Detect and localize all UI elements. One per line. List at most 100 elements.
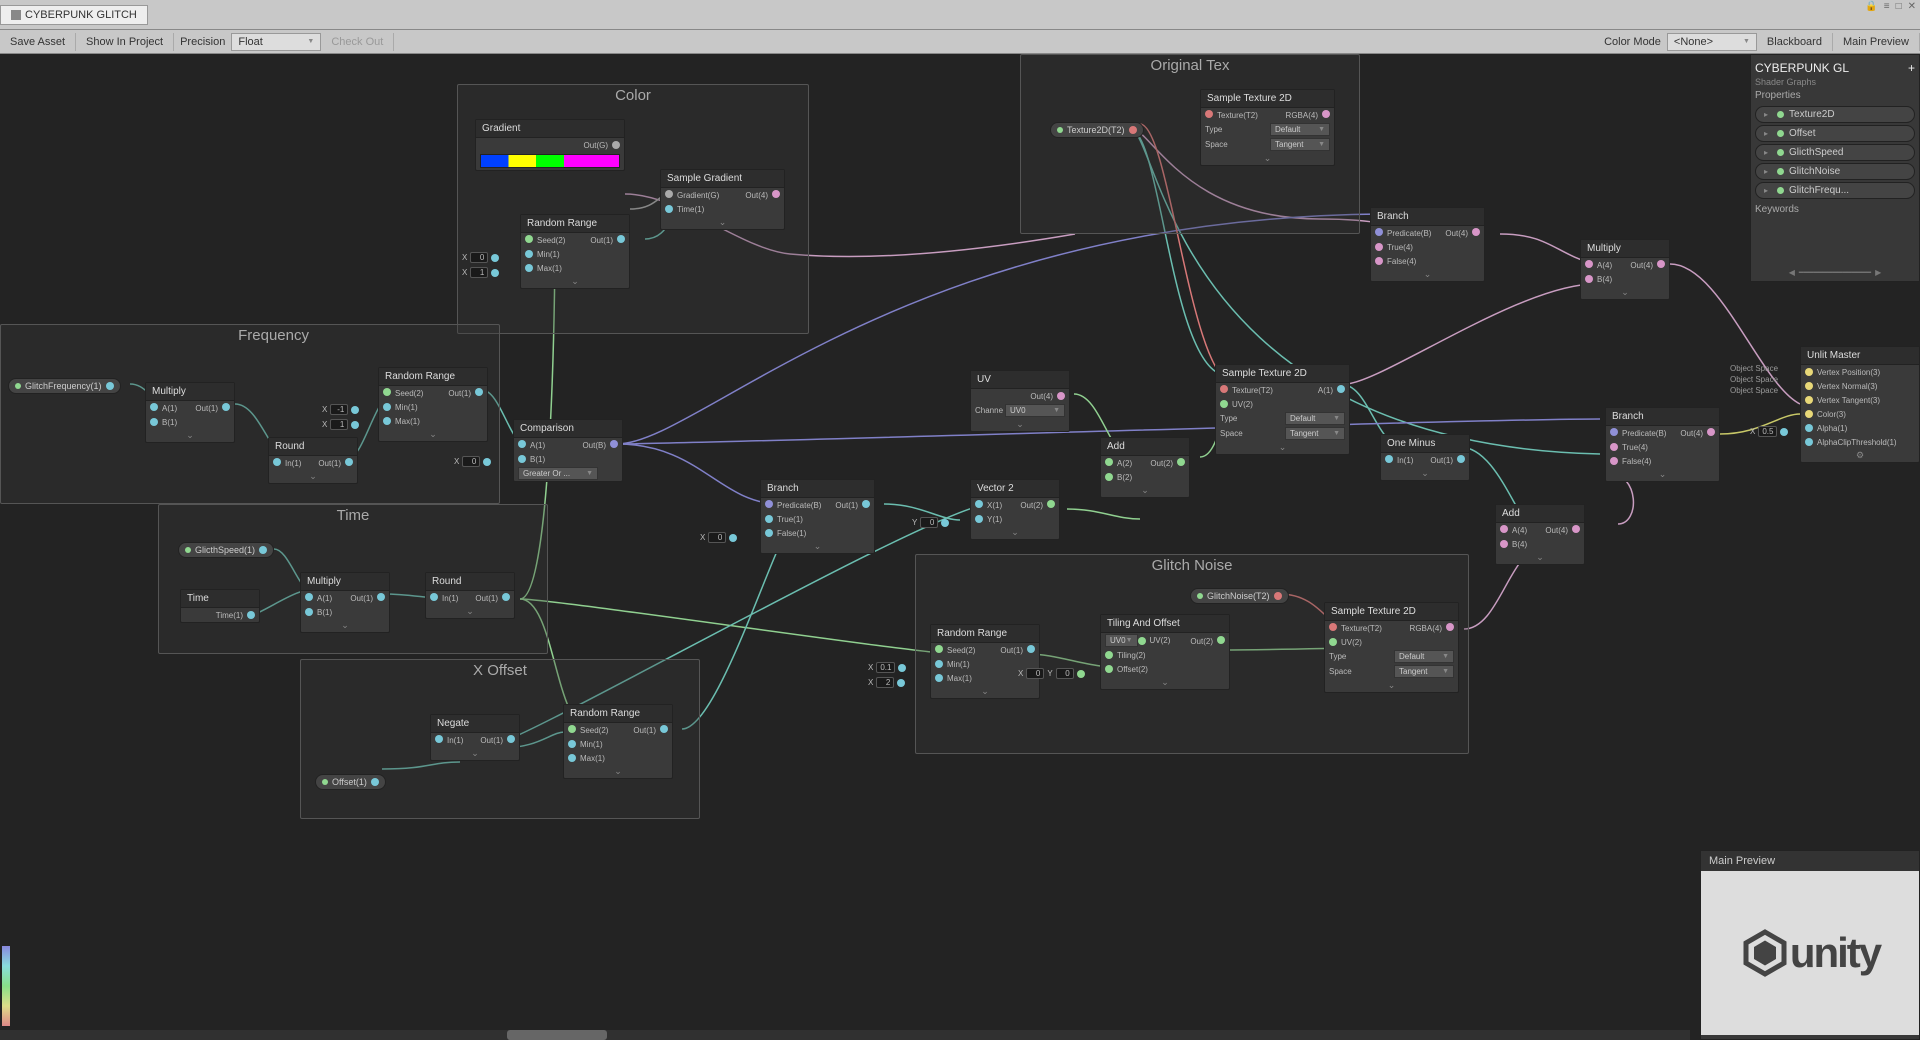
ext-input-x1[interactable]: X1 <box>322 419 359 430</box>
ext-input-x05[interactable]: X0.5 <box>1750 426 1788 437</box>
chevron-down-icon[interactable]: ⌄ <box>431 747 519 760</box>
node-random-range-2[interactable]: Random Range Seed(2)Out(1) Min(1) Max(1)… <box>378 367 488 442</box>
ext-input-y0[interactable]: Y0 <box>912 517 949 528</box>
property-glicthspeed[interactable]: ▸GlicthSpeed <box>1755 144 1915 161</box>
comparison-mode-select[interactable]: Greater Or ...▼ <box>518 467 598 480</box>
chevron-down-icon[interactable]: ⌄ <box>1606 468 1719 481</box>
chevron-down-icon[interactable]: ⌄ <box>301 619 389 632</box>
node-add-1[interactable]: Add A(2)Out(2) B(2) ⌄ <box>1100 437 1190 498</box>
node-comparison[interactable]: Comparison A(1)Out(B) B(1) Greater Or ..… <box>513 419 623 482</box>
main-preview-button[interactable]: Main Preview <box>1833 33 1920 51</box>
node-branch-3[interactable]: Branch Predicate(B)Out(1) True(1) False(… <box>760 479 875 554</box>
ext-input-x1[interactable]: X1 <box>462 267 499 278</box>
space-select[interactable]: Tangent▼ <box>1285 427 1345 440</box>
node-unlit-master[interactable]: Unlit Master Vertex Position(3) Vertex N… <box>1800 346 1920 463</box>
ext-input-x0[interactable]: X0 <box>462 252 499 263</box>
close-icon[interactable]: ✕ <box>1908 1 1916 12</box>
node-gradient[interactable]: Gradient Out(G) <box>475 119 625 171</box>
chevron-down-icon[interactable]: ⌄ <box>146 429 234 442</box>
node-random-range-1[interactable]: Random Range Seed(2)Out(1) Min(1) Max(1)… <box>520 214 630 289</box>
node-multiply-2[interactable]: Multiply A(1)Out(1) B(1) ⌄ <box>145 382 235 443</box>
node-tiling-and-offset[interactable]: Tiling And Offset UV0▼UV(2)Out(2) Tiling… <box>1100 614 1230 690</box>
node-branch-2[interactable]: Branch Predicate(B)Out(4) True(4) False(… <box>1605 407 1720 482</box>
horizontal-scrollbar[interactable] <box>0 1030 1690 1040</box>
chevron-down-icon[interactable]: ⌄ <box>269 470 357 483</box>
node-time[interactable]: Time Time(1) <box>180 589 260 623</box>
chevron-down-icon[interactable]: ⌄ <box>761 540 874 553</box>
gear-icon[interactable]: ⚙ <box>1801 449 1919 462</box>
node-uv[interactable]: UV Out(4) ChanneUV0▼ ⌄ <box>970 370 1070 432</box>
chevron-down-icon[interactable]: ⌄ <box>1496 551 1584 564</box>
chevron-down-icon[interactable]: ⌄ <box>1581 286 1669 299</box>
node-round-1[interactable]: Round In(1)Out(1) ⌄ <box>268 437 358 484</box>
property-pill-glitch-noise[interactable]: GlitchNoise(T2) <box>1190 588 1289 604</box>
menu-icon[interactable]: ≡ <box>1884 1 1890 12</box>
graph-canvas[interactable]: Color Original Tex Frequency Time X Offs… <box>0 54 1920 1040</box>
window-controls[interactable]: 🔒 ≡ □ ✕ <box>1865 1 1916 12</box>
property-glitchnoise[interactable]: ▸GlitchNoise <box>1755 163 1915 180</box>
node-round-2[interactable]: Round In(1)Out(1) ⌄ <box>425 572 515 619</box>
property-pill-glicth-speed[interactable]: GlicthSpeed(1) <box>178 542 274 558</box>
type-select[interactable]: Default▼ <box>1285 412 1345 425</box>
node-add-2[interactable]: Add A(4)Out(4) B(4) ⌄ <box>1495 504 1585 565</box>
add-property-icon[interactable]: + <box>1908 61 1915 75</box>
gradient-preview[interactable] <box>480 154 620 168</box>
lock-icon[interactable]: 🔒 <box>1865 1 1877 12</box>
chevron-down-icon[interactable]: ⌄ <box>971 418 1069 431</box>
node-vector-2[interactable]: Vector 2 X(1)Out(2) Y(1) ⌄ <box>970 479 1060 540</box>
node-negate[interactable]: Negate In(1)Out(1) ⌄ <box>430 714 520 761</box>
ext-input-x01[interactable]: X0.1 <box>868 662 906 673</box>
property-pill-glitch-frequency[interactable]: GlitchFrequency(1) <box>8 378 121 394</box>
chevron-down-icon[interactable]: ⌄ <box>971 526 1059 539</box>
space-select[interactable]: Tangent▼ <box>1270 138 1330 151</box>
property-texture2d[interactable]: ▸Texture2D <box>1755 106 1915 123</box>
window-tab[interactable]: CYBERPUNK GLITCH <box>0 5 148 25</box>
chevron-down-icon[interactable]: ⌄ <box>521 275 629 288</box>
property-offset[interactable]: ▸Offset <box>1755 125 1915 142</box>
type-select[interactable]: Default▼ <box>1270 123 1330 136</box>
node-random-range-4[interactable]: Random Range Seed(2)Out(1) Min(1) Max(1)… <box>563 704 673 779</box>
node-multiply-1[interactable]: Multiply A(4)Out(4) B(4) ⌄ <box>1580 239 1670 300</box>
chevron-down-icon[interactable]: ⌄ <box>1201 152 1334 165</box>
property-glitchfrequ[interactable]: ▸GlitchFrequ... <box>1755 182 1915 199</box>
chevron-down-icon[interactable]: ⌄ <box>1101 484 1189 497</box>
scrollbar-thumb[interactable] <box>507 1030 607 1040</box>
ext-input-x0[interactable]: X0 <box>700 532 737 543</box>
main-preview-panel[interactable]: Main Preview unity <box>1700 850 1920 1040</box>
node-sample-texture-2d-2[interactable]: Sample Texture 2D Texture(T2)A(1) UV(2) … <box>1215 364 1350 455</box>
preview-viewport[interactable]: unity <box>1701 871 1919 1035</box>
chevron-down-icon[interactable]: ⌄ <box>426 605 514 618</box>
ext-input-x2[interactable]: X2 <box>868 677 905 688</box>
node-sample-texture-2d-3[interactable]: Sample Texture 2D Texture(T2)RGBA(4) UV(… <box>1324 602 1459 693</box>
chevron-down-icon[interactable]: ⌄ <box>1216 441 1349 454</box>
chevron-down-icon[interactable]: ⌄ <box>564 765 672 778</box>
property-pill-texture2d[interactable]: Texture2D(T2) <box>1050 122 1144 138</box>
ext-input-x0[interactable]: X0 <box>454 456 491 467</box>
type-select[interactable]: Default▼ <box>1394 650 1454 663</box>
space-select[interactable]: Tangent▼ <box>1394 665 1454 678</box>
chevron-down-icon[interactable]: ⌄ <box>931 685 1039 698</box>
show-in-project-button[interactable]: Show In Project <box>76 33 174 51</box>
blackboard-button[interactable]: Blackboard <box>1757 33 1833 51</box>
chevron-down-icon[interactable]: ⌄ <box>1325 679 1458 692</box>
node-random-range-3[interactable]: Random Range Seed(2)Out(1) Min(1) Max(1)… <box>930 624 1040 699</box>
node-sample-texture-2d-1[interactable]: Sample Texture 2D Texture(T2)RGBA(4) Typ… <box>1200 89 1335 166</box>
property-pill-offset[interactable]: Offset(1) <box>315 774 386 790</box>
save-asset-button[interactable]: Save Asset <box>0 33 76 51</box>
color-mode-select[interactable]: <None>▼ <box>1667 33 1757 51</box>
maximize-icon[interactable]: □ <box>1896 1 1902 12</box>
blackboard-panel[interactable]: CYBERPUNK GL+ Shader Graphs Properties ▸… <box>1750 54 1920 282</box>
node-one-minus[interactable]: One Minus In(1)Out(1) ⌄ <box>1380 434 1470 481</box>
ext-input-x0[interactable]: X0Y0 <box>1018 668 1085 679</box>
node-sample-gradient[interactable]: Sample Gradient Gradient(G)Out(4) Time(1… <box>660 169 785 230</box>
node-branch-1[interactable]: Branch Predicate(B)Out(4) True(4) False(… <box>1370 207 1485 282</box>
chevron-down-icon[interactable]: ⌄ <box>661 216 784 229</box>
uv-channel-select[interactable]: UV0▼ <box>1005 404 1065 417</box>
chevron-down-icon[interactable]: ⌄ <box>1101 676 1229 689</box>
chevron-down-icon[interactable]: ⌄ <box>1371 268 1484 281</box>
chevron-down-icon[interactable]: ⌄ <box>379 428 487 441</box>
node-multiply-3[interactable]: Multiply A(1)Out(1) B(1) ⌄ <box>300 572 390 633</box>
ext-input-xn1[interactable]: X-1 <box>322 404 359 415</box>
chevron-down-icon[interactable]: ⌄ <box>1381 467 1469 480</box>
uv-mini-select[interactable]: UV0▼ <box>1105 634 1138 647</box>
